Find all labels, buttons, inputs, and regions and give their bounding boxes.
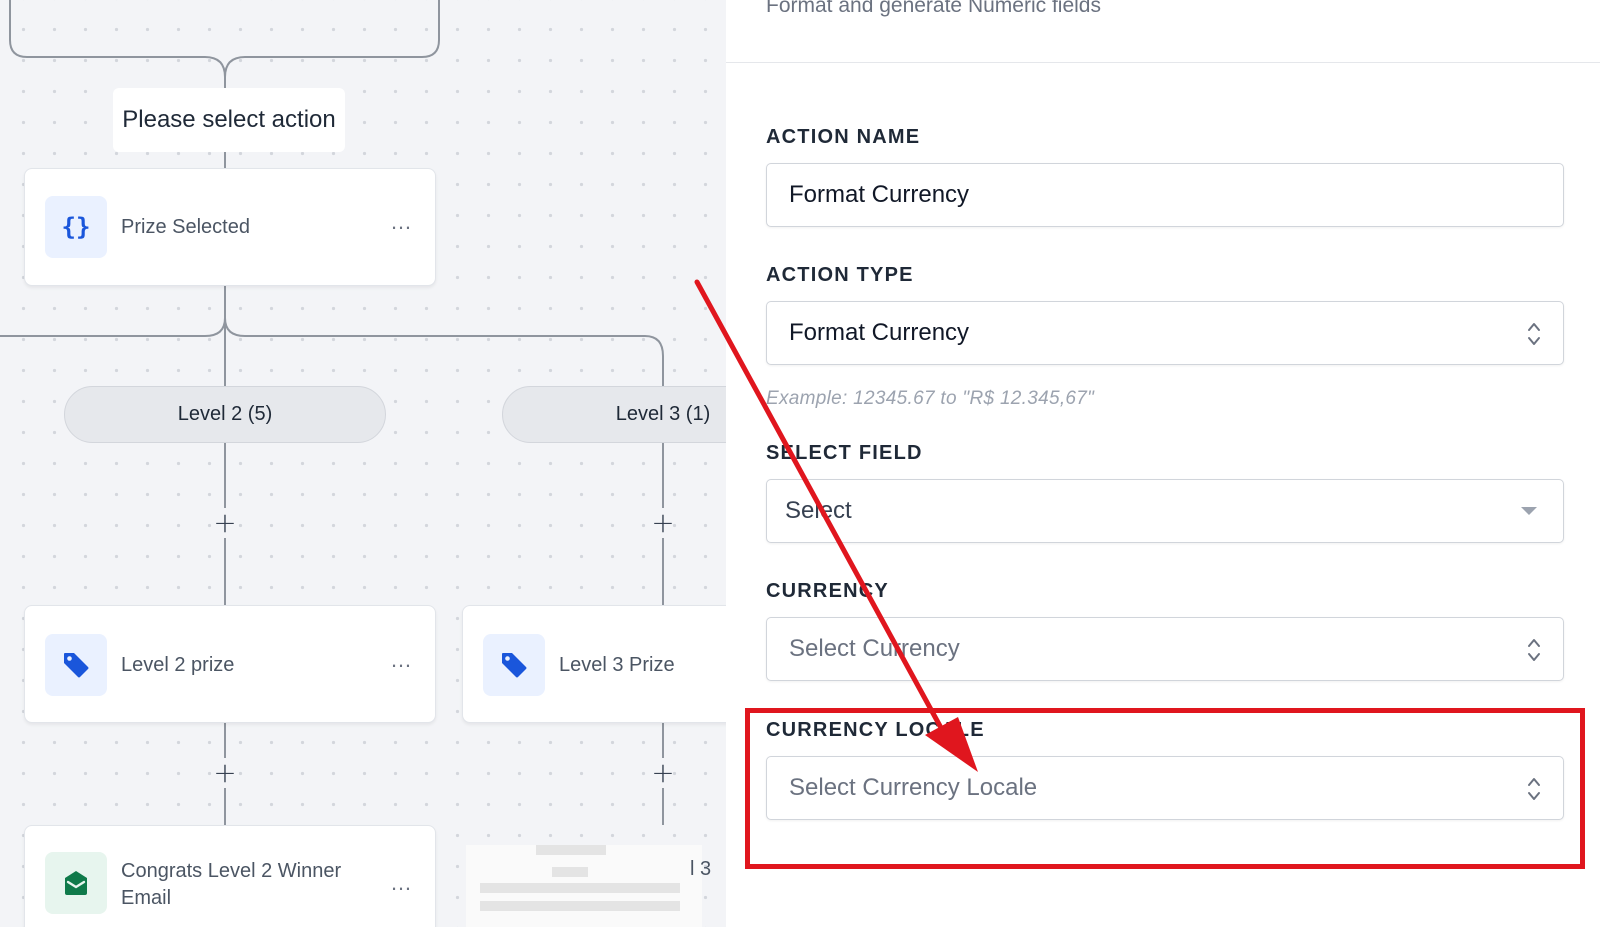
node-title-partial: l 3 (690, 858, 712, 880)
node-level-2-prize[interactable]: Level 2 prize … (24, 605, 436, 723)
action-name-label: ACTION NAME (766, 126, 921, 148)
currency-label: CURRENCY (766, 580, 889, 602)
divider (726, 62, 1600, 63)
node-preview-placeholder (466, 845, 702, 927)
svg-text:{}: {} (62, 213, 91, 241)
add-step-button[interactable]: + (651, 509, 675, 537)
action-name-value: Format Currency (789, 181, 970, 208)
node-title: Level 3 Prize (559, 654, 675, 676)
chevron-up-down-icon (1528, 323, 1540, 345)
more-options-icon[interactable]: … (390, 209, 413, 235)
panel-subtitle: Format and generate Numeric fields (766, 0, 1101, 17)
currency-select[interactable]: Select Currency (766, 617, 1564, 681)
currency-placeholder: Select Currency (789, 635, 960, 662)
action-type-select[interactable]: Format Currency (766, 301, 1564, 365)
more-options-icon[interactable]: … (390, 647, 413, 673)
node-prize-selected[interactable]: {} Prize Selected … (24, 168, 436, 286)
branch-level-2[interactable]: Level 2 (5) (64, 386, 386, 443)
node-title-line-2: Email (121, 887, 172, 909)
add-step-button[interactable]: + (213, 759, 237, 787)
connector-lines (0, 0, 664, 825)
action-type-value: Format Currency (789, 319, 970, 346)
chevron-up-down-icon (1528, 639, 1540, 661)
node-level-3-prize[interactable]: Level 3 Prize (462, 605, 726, 723)
select-field-dropdown[interactable]: Select (766, 479, 1564, 543)
node-title: Prize Selected (121, 216, 250, 238)
chevron-down-icon (1521, 507, 1537, 515)
select-action-placeholder[interactable]: Please select action (113, 88, 345, 152)
tag-icon (45, 634, 107, 696)
node-title: Level 2 prize (121, 654, 235, 676)
tag-icon (483, 634, 545, 696)
more-options-icon[interactable]: … (390, 870, 413, 896)
highlight-box (745, 708, 1585, 869)
action-name-input[interactable]: Format Currency (766, 163, 1564, 227)
code-braces-icon: {} (45, 196, 107, 258)
branch-level-3[interactable]: Level 3 (1) (502, 386, 726, 443)
select-field-placeholder: Select (785, 497, 852, 524)
action-type-label: ACTION TYPE (766, 264, 914, 286)
action-type-hint: Example: 12345.67 to "R$ 12.345,67" (766, 388, 1095, 409)
add-step-button[interactable]: + (213, 509, 237, 537)
select-field-label: SELECT FIELD (766, 442, 923, 464)
node-level-2-email[interactable]: Congrats Level 2 Winner Email … (24, 825, 436, 927)
workflow-canvas[interactable]: Please select action {} Prize Selected …… (0, 0, 726, 927)
add-step-button[interactable]: + (651, 759, 675, 787)
node-title-line-1: Congrats Level 2 Winner (121, 860, 342, 882)
email-icon (45, 852, 107, 914)
